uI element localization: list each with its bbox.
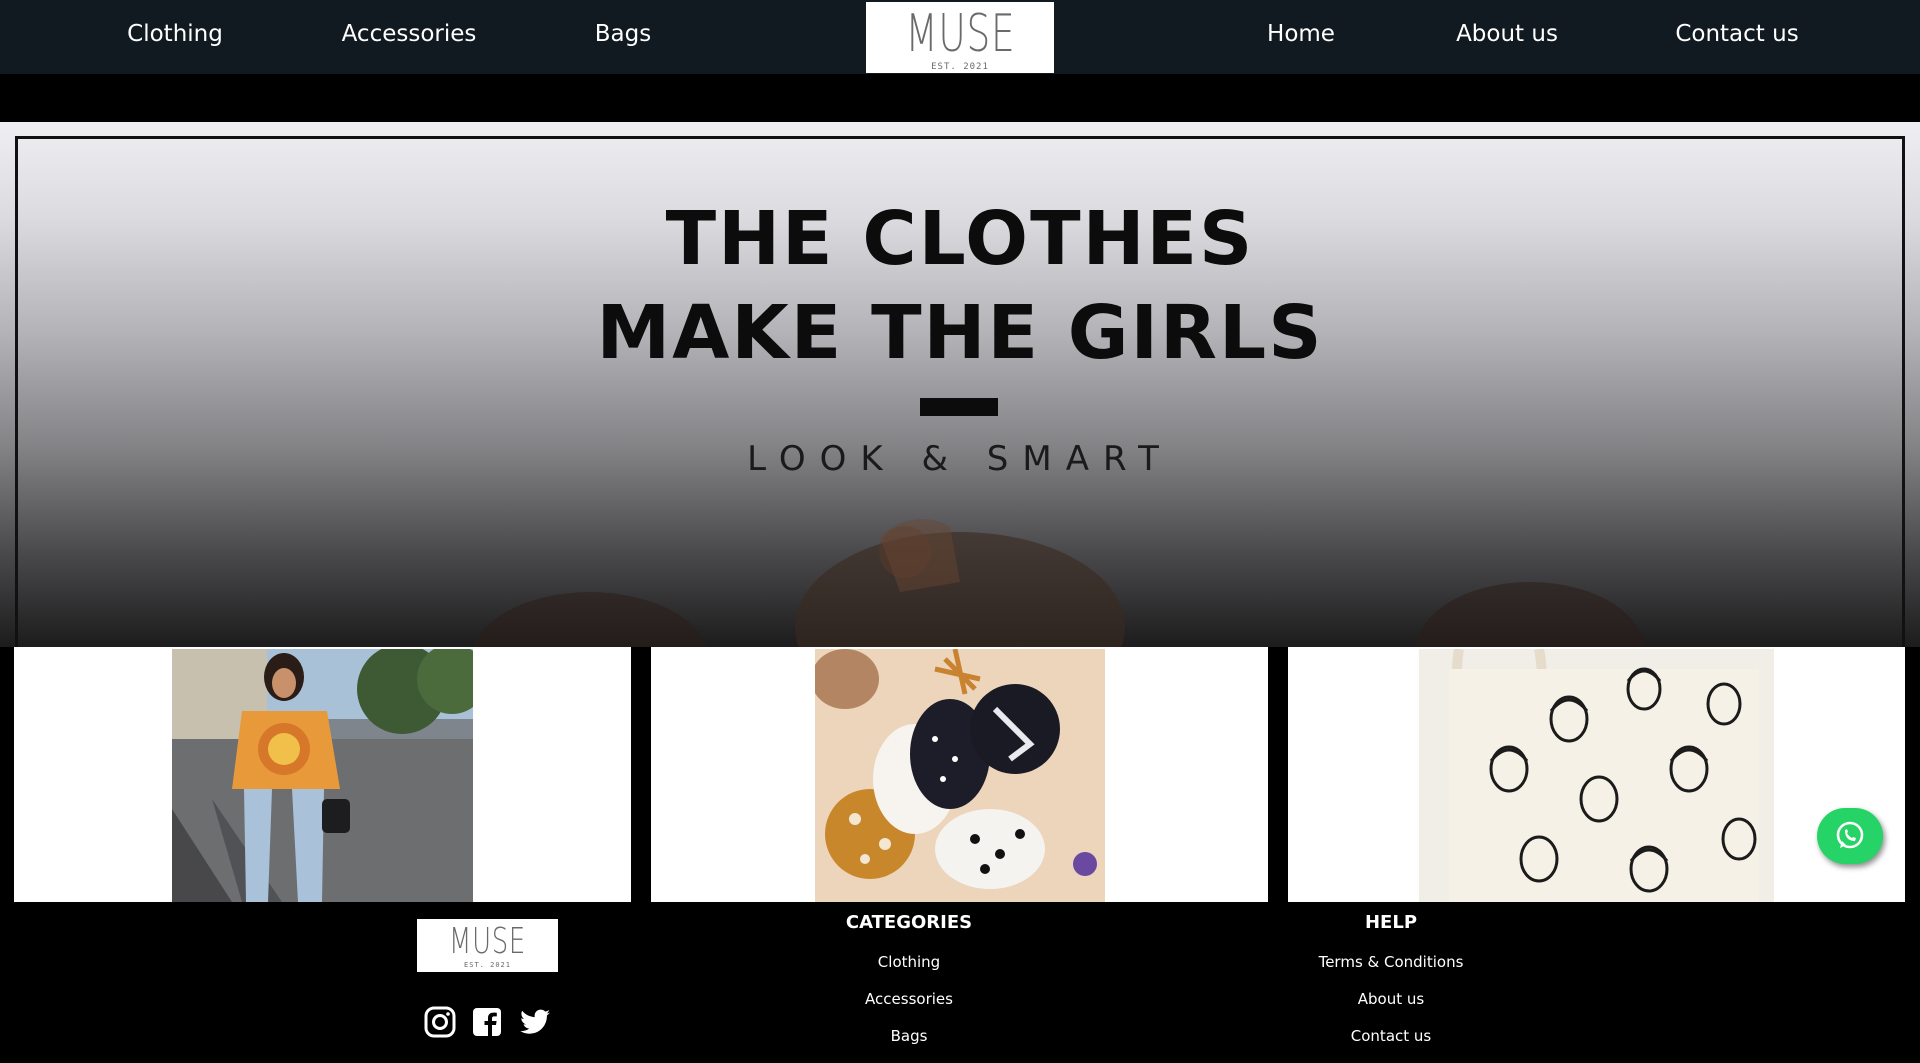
product-card-accessories[interactable]: [651, 647, 1268, 902]
nav-link-bags[interactable]: Bags: [595, 17, 651, 51]
facebook-icon[interactable]: [471, 1006, 503, 1038]
footer-help-heading: HELP: [1364, 912, 1418, 933]
nav-link-clothing[interactable]: Clothing: [127, 17, 223, 51]
logo-established: EST. 2021: [931, 61, 989, 72]
hero-banner: THE CLOTHES MAKE THE GIRLS LOOK & SMART: [0, 122, 1920, 647]
hero-title-line-2: MAKE THE GIRLS: [596, 290, 1324, 376]
bags-photo: [1419, 649, 1774, 902]
footer-muse-logo[interactable]: MUSE EST. 2021: [417, 919, 558, 972]
accessories-photo: [815, 649, 1105, 902]
clothing-photo: [172, 649, 473, 902]
twitter-icon[interactable]: [518, 1006, 552, 1038]
footer-logo-wordmark: MUSE: [448, 921, 527, 962]
product-card-clothing[interactable]: [14, 647, 631, 902]
footer-link-accessories[interactable]: Accessories: [865, 990, 953, 1008]
muse-logo[interactable]: MUSE EST. 2021: [866, 2, 1054, 73]
top-navigation: Clothing Accessories Bags MUSE EST. 2021…: [0, 0, 1920, 74]
product-card-bags[interactable]: [1288, 647, 1905, 902]
whatsapp-chat-button[interactable]: [1817, 808, 1883, 864]
footer-categories-heading: CATEGORIES: [845, 912, 973, 933]
footer-logo-established: EST. 2021: [464, 961, 511, 969]
instagram-icon[interactable]: [424, 1006, 456, 1038]
footer-link-contact-us[interactable]: Contact us: [1351, 1027, 1431, 1045]
site-footer: MUSE EST. 2021 CATEGORIES Clothing Acces…: [0, 902, 1920, 1063]
hero-title-line-1: THE CLOTHES: [665, 196, 1255, 282]
whatsapp-icon: [1836, 821, 1864, 849]
footer-link-clothing[interactable]: Clothing: [878, 953, 940, 971]
footer-link-about-us[interactable]: About us: [1358, 990, 1424, 1008]
logo-wordmark: MUSE: [904, 3, 1015, 64]
footer-link-bags[interactable]: Bags: [891, 1027, 928, 1045]
nav-link-home[interactable]: Home: [1267, 17, 1335, 51]
nav-link-contact-us[interactable]: Contact us: [1675, 17, 1798, 51]
nav-link-accessories[interactable]: Accessories: [342, 17, 477, 51]
hero-subtitle: LOOK & SMART: [747, 439, 1173, 479]
nav-link-about-us[interactable]: About us: [1456, 17, 1558, 51]
footer-link-terms[interactable]: Terms & Conditions: [1319, 953, 1464, 971]
hero-divider-bar: [920, 398, 998, 416]
